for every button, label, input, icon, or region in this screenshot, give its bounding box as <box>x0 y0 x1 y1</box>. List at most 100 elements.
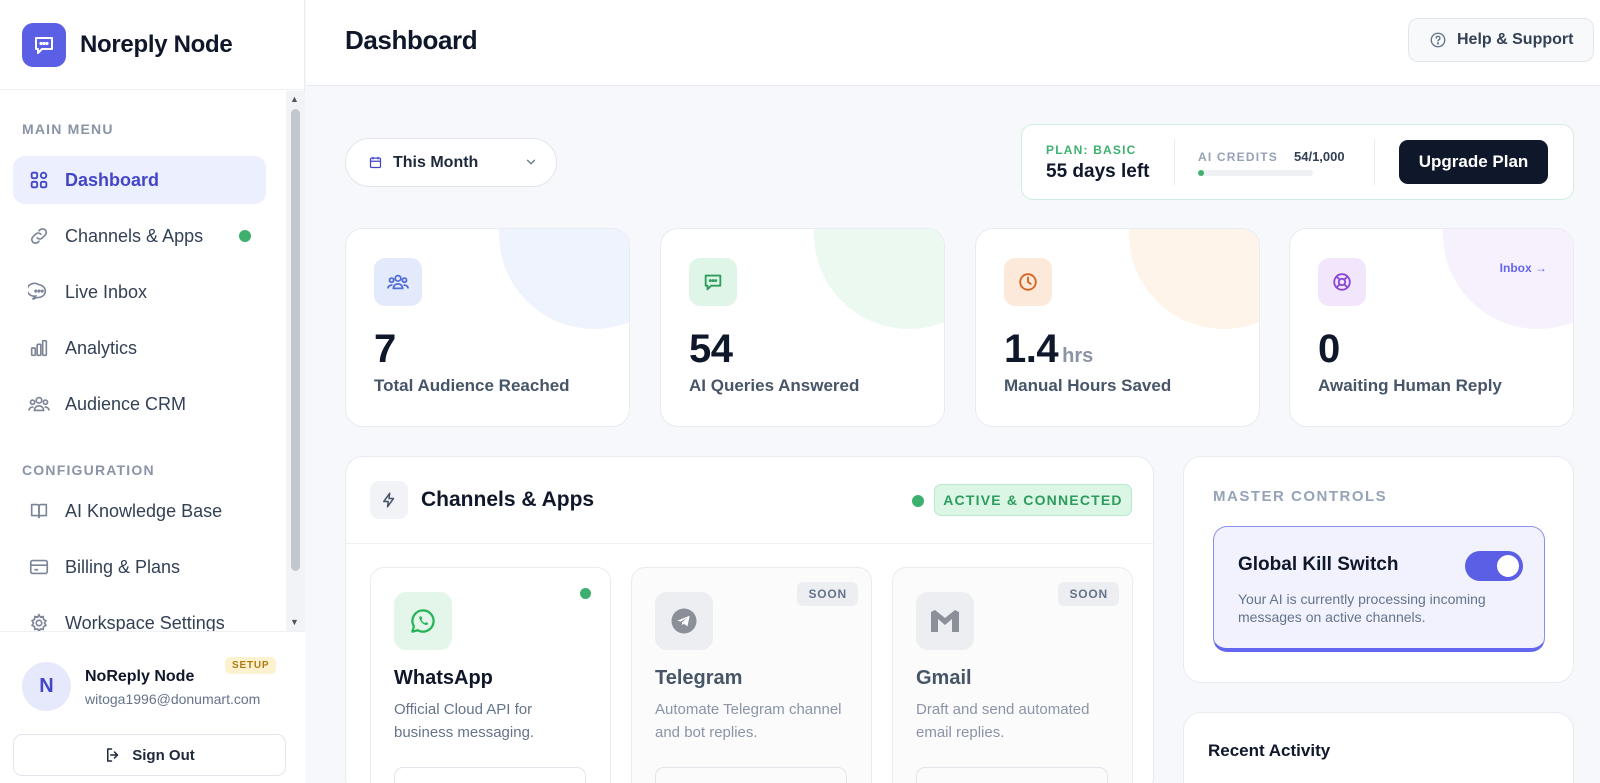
chevron-down-icon <box>524 155 538 169</box>
channels-panel: Channels & Apps ACTIVE & CONNECTED Whats… <box>345 456 1154 783</box>
brand-name: Noreply Node <box>80 30 233 58</box>
channel-name: Gmail <box>916 667 972 689</box>
channel-card-gmail[interactable]: SOON Gmail Draft and send automated emai… <box>892 567 1133 783</box>
stat-label: Manual Hours Saved <box>1004 376 1172 395</box>
stat-label: Awaiting Human Reply <box>1318 376 1502 395</box>
kill-switch-card: Global Kill Switch Your AI is currently … <box>1213 526 1545 652</box>
stat-value: 54 <box>689 327 733 371</box>
sidebar-item-channels[interactable]: Channels & Apps <box>13 212 266 260</box>
plan-label: PLAN: BASIC <box>1046 143 1137 157</box>
sign-out-label: Sign Out <box>132 746 195 764</box>
channel-action-button[interactable] <box>394 767 586 783</box>
chat-icon <box>27 280 51 304</box>
users-icon <box>27 392 51 416</box>
scroll-up-icon[interactable]: ▲ <box>290 94 299 104</box>
main-menu-label: MAIN MENU <box>22 121 114 137</box>
scroll-thumb[interactable] <box>291 109 300 571</box>
stat-card-queries: 54 AI Queries Answered <box>660 228 945 427</box>
soon-badge: SOON <box>797 582 858 606</box>
stat-label: Total Audience Reached <box>374 376 570 395</box>
lifebuoy-icon <box>1318 258 1366 306</box>
credits-label: AI CREDITS <box>1198 150 1279 164</box>
inbox-link[interactable]: Inbox → <box>1500 261 1547 275</box>
panel-title: Channels & Apps <box>421 488 595 511</box>
lightning-icon <box>370 481 408 519</box>
period-value: This Month <box>393 153 479 171</box>
avatar[interactable]: N <box>22 662 71 711</box>
link-icon <box>27 224 51 248</box>
credits-progress-fill <box>1198 170 1205 176</box>
stat-card-awaiting: Inbox → 0 Awaiting Human Reply <box>1289 228 1574 427</box>
channel-action-button[interactable] <box>916 767 1108 783</box>
grid-icon <box>27 168 51 192</box>
user-email: witoga1996@donumart.com <box>85 691 261 707</box>
whatsapp-icon <box>394 592 452 650</box>
status-dot <box>912 495 924 507</box>
logout-icon <box>104 746 122 764</box>
plan-summary: PLAN: BASIC 55 days left AI CREDITS 54/1… <box>1021 124 1574 200</box>
sidebar-item-billing[interactable]: Billing & Plans <box>13 543 266 591</box>
kill-switch-toggle[interactable] <box>1465 551 1523 581</box>
sidebar-item-workspace-settings[interactable]: Workspace Settings <box>13 599 266 631</box>
sidebar: Noreply Node MAIN MENU Dashboard Channel… <box>0 0 305 783</box>
soon-badge: SOON <box>1058 582 1119 606</box>
upgrade-plan-button[interactable]: Upgrade Plan <box>1399 140 1548 184</box>
chat-icon <box>689 258 737 306</box>
decorative-blob <box>1443 229 1573 329</box>
sidebar-item-label: Analytics <box>65 337 138 358</box>
channel-description: Official Cloud API for business messagin… <box>394 701 535 741</box>
panel-header: Channels & Apps ACTIVE & CONNECTED <box>346 457 1153 544</box>
channel-card-whatsapp[interactable]: WhatsApp Official Cloud API for business… <box>370 567 611 783</box>
status-dot <box>580 588 591 599</box>
sidebar-item-label: Live Inbox <box>65 281 148 302</box>
sidebar-item-live-inbox[interactable]: Live Inbox <box>13 268 266 316</box>
telegram-icon <box>655 592 713 650</box>
sidebar-scrollbar[interactable]: ▲ ▼ <box>286 91 305 631</box>
configuration-label: CONFIGURATION <box>22 462 155 478</box>
scroll-down-icon[interactable]: ▼ <box>290 617 299 627</box>
question-circle-icon <box>1429 31 1447 49</box>
credit-card-icon <box>27 555 51 579</box>
sidebar-item-label: AI Knowledge Base <box>65 500 223 521</box>
sidebar-item-label: Audience CRM <box>65 393 187 414</box>
calendar-icon <box>368 155 383 170</box>
channel-description: Automate Telegram channel and bot replie… <box>655 701 842 741</box>
channel-action-button[interactable] <box>655 767 847 783</box>
decorative-blob <box>499 229 629 329</box>
channel-name: WhatsApp <box>394 667 493 689</box>
sign-out-button[interactable]: Sign Out <box>13 734 286 776</box>
stat-card-audience: 7 Total Audience Reached <box>345 228 630 427</box>
plan-days-left: 55 days left <box>1046 161 1150 182</box>
users-icon <box>374 258 422 306</box>
channel-description: Draft and send automated email replies. <box>916 701 1090 741</box>
chat-logo-icon <box>22 22 66 67</box>
help-support-button[interactable]: Help & Support <box>1408 18 1594 62</box>
credits-progress-bar <box>1198 170 1313 176</box>
recent-activity-title: Recent Activity <box>1208 741 1331 760</box>
status-dot <box>239 230 251 242</box>
stat-card-hours: 1.4 hrs Manual Hours Saved <box>975 228 1260 427</box>
nav-scroll-area: MAIN MENU Dashboard Channels & Apps Live… <box>0 91 285 631</box>
top-bar: Dashboard Help & Support <box>306 0 1600 86</box>
stat-label: AI Queries Answered <box>689 376 860 395</box>
decorative-blob <box>814 229 944 329</box>
kill-switch-title: Global Kill Switch <box>1238 554 1399 575</box>
user-area: N NoReply Node SETUP witoga1996@donumart… <box>0 631 305 783</box>
sidebar-item-label: Channels & Apps <box>65 225 204 246</box>
help-support-label: Help & Support <box>1457 31 1574 48</box>
status-badge: ACTIVE & CONNECTED <box>934 484 1132 516</box>
channel-card-telegram[interactable]: SOON Telegram Automate Telegram channel … <box>631 567 872 783</box>
gear-icon <box>27 611 51 631</box>
sidebar-item-dashboard[interactable]: Dashboard <box>13 156 266 204</box>
sidebar-item-knowledge-base[interactable]: AI Knowledge Base <box>13 487 266 535</box>
sidebar-item-audience-crm[interactable]: Audience CRM <box>13 380 266 428</box>
bar-chart-icon <box>27 336 51 360</box>
channel-name: Telegram <box>655 667 743 689</box>
sidebar-item-label: Billing & Plans <box>65 556 181 577</box>
user-name: NoReply Node <box>85 668 195 685</box>
sidebar-item-analytics[interactable]: Analytics <box>13 324 266 372</box>
brand[interactable]: Noreply Node <box>0 0 304 90</box>
period-select[interactable]: This Month <box>345 138 557 187</box>
sidebar-item-label: Workspace Settings <box>65 612 225 632</box>
stat-value: 7 <box>374 327 396 371</box>
